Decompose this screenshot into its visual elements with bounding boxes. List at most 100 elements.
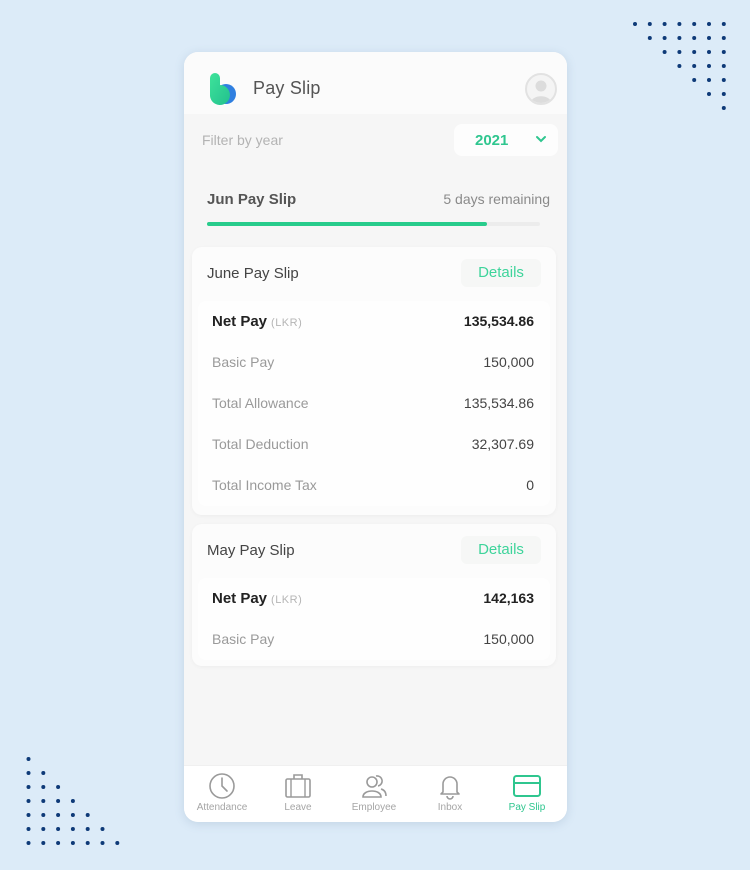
nav-label: Leave (284, 802, 312, 813)
row-label: Basic Pay (212, 354, 275, 370)
decorative-dot (692, 50, 697, 54)
decorative-dot (662, 50, 667, 54)
decorative-dot (721, 106, 726, 110)
decorative-dot (85, 813, 90, 817)
row-label: Total Allowance (212, 395, 309, 411)
payslip-card-june: June Pay Slip Details Net Pay (LKR) 135,5… (192, 247, 556, 515)
nav-label: Inbox (437, 802, 463, 813)
table-row: Basic Pay 150,000 (198, 342, 550, 383)
decorative-dot (115, 841, 120, 845)
decorative-dot (707, 36, 711, 40)
year-value: 2021 (475, 132, 509, 149)
decorative-dot (692, 78, 697, 82)
chevron-down-icon (536, 136, 546, 143)
decorative-dot (707, 92, 711, 96)
decorative-dot (70, 827, 75, 831)
card-header: June Pay Slip Details (192, 247, 556, 297)
decorative-dot (41, 813, 46, 817)
decorative-dot (721, 64, 726, 68)
decorative-dot (26, 771, 31, 775)
decorative-dot (41, 841, 46, 845)
decorative-dot (41, 827, 46, 831)
decorative-dot (677, 50, 682, 54)
decorative-dot (100, 841, 105, 845)
progress-bar (207, 222, 540, 226)
row-label: Basic Pay (212, 631, 275, 647)
nav-item-payslip[interactable]: Pay Slip (489, 766, 565, 822)
decorative-dot (662, 36, 667, 40)
row-value: 32,307.69 (471, 436, 534, 452)
clock-icon (209, 773, 235, 799)
decorative-dot (100, 827, 105, 831)
decorative-dot (41, 771, 46, 775)
decorative-dot (56, 841, 61, 845)
nav-label: Employee (351, 802, 397, 813)
table-row: Basic Pay 150,000 (198, 619, 550, 660)
decorative-dot (85, 827, 90, 831)
net-pay-label: Net Pay (212, 313, 268, 330)
details-button[interactable]: Details (461, 536, 541, 564)
app-header: Pay Slip (184, 52, 567, 114)
nav-label: Attendance (196, 802, 248, 813)
currency-unit: (LKR) (271, 594, 303, 606)
card-body: Net Pay (LKR) 142,163 Basic Pay 150,000 (198, 578, 550, 660)
decorative-dot (26, 841, 31, 845)
decorative-dot (707, 50, 711, 54)
decorative-dot (707, 78, 711, 82)
row-label: Net Pay (LKR) (212, 313, 302, 330)
decorative-dot (70, 841, 75, 845)
nav-item-leave[interactable]: Leave (260, 766, 336, 822)
decorative-dot (56, 827, 61, 831)
details-button[interactable]: Details (461, 259, 541, 287)
days-remaining: 5 days remaining (443, 191, 550, 207)
table-row: Net Pay (LKR) 142,163 (198, 578, 550, 619)
row-label: Total Income Tax (212, 477, 317, 493)
decorative-dot (633, 22, 637, 26)
decorative-dot (41, 785, 46, 789)
briefcase-icon (285, 774, 311, 798)
decorative-dot (56, 785, 61, 789)
decorative-dot (721, 22, 726, 26)
decorative-dot (647, 22, 652, 26)
decorative-dot (692, 64, 697, 68)
decorative-dot (677, 64, 682, 68)
row-label: Total Deduction (212, 436, 309, 452)
page-title: Pay Slip (253, 78, 321, 98)
current-payslip-title: Jun Pay Slip (207, 191, 297, 208)
decorative-dot (56, 813, 61, 817)
decorative-dot (721, 78, 726, 82)
decorative-dot (707, 64, 711, 68)
nav-item-inbox[interactable]: Inbox (412, 766, 488, 822)
payslip-card-may: May Pay Slip Details Net Pay (LKR) 142,16… (192, 524, 556, 666)
nav-item-attendance[interactable]: Attendance (184, 766, 260, 822)
decorative-dot (26, 827, 31, 831)
decorative-dot (677, 22, 682, 26)
table-row: Total Income Tax 0 (198, 465, 550, 506)
row-value: 135,534.86 (463, 395, 534, 411)
table-row: Total Deduction 32,307.69 (198, 424, 550, 465)
card-title: May Pay Slip (207, 542, 295, 559)
nav-item-employee[interactable]: Employee (336, 766, 412, 822)
decorative-dot (707, 22, 711, 26)
decorative-dot (26, 799, 31, 803)
decorative-dot (721, 50, 726, 54)
decorative-dot (70, 799, 75, 803)
users-icon (362, 775, 387, 798)
decorative-dot (677, 36, 682, 40)
row-value: 150,000 (483, 354, 534, 370)
nav-label: Pay Slip (508, 802, 546, 813)
currency-unit: (LKR) (271, 317, 303, 329)
card-header: May Pay Slip Details (192, 524, 556, 574)
credit-card-icon (513, 775, 541, 797)
decorative-dot (56, 799, 61, 803)
table-row: Net Pay (LKR) 135,534.86 (198, 301, 550, 342)
app-logo-icon (209, 73, 236, 105)
current-payslip-status: Jun Pay Slip 5 days remaining (192, 172, 559, 242)
decorative-dot (85, 841, 90, 845)
year-select[interactable]: 2021 (454, 124, 558, 156)
row-value: 0 (526, 477, 534, 493)
decorative-dot (721, 92, 726, 96)
table-row: Total Allowance 135,534.86 (198, 383, 550, 424)
user-avatar-icon[interactable] (525, 73, 557, 105)
decorative-dot (26, 813, 31, 817)
